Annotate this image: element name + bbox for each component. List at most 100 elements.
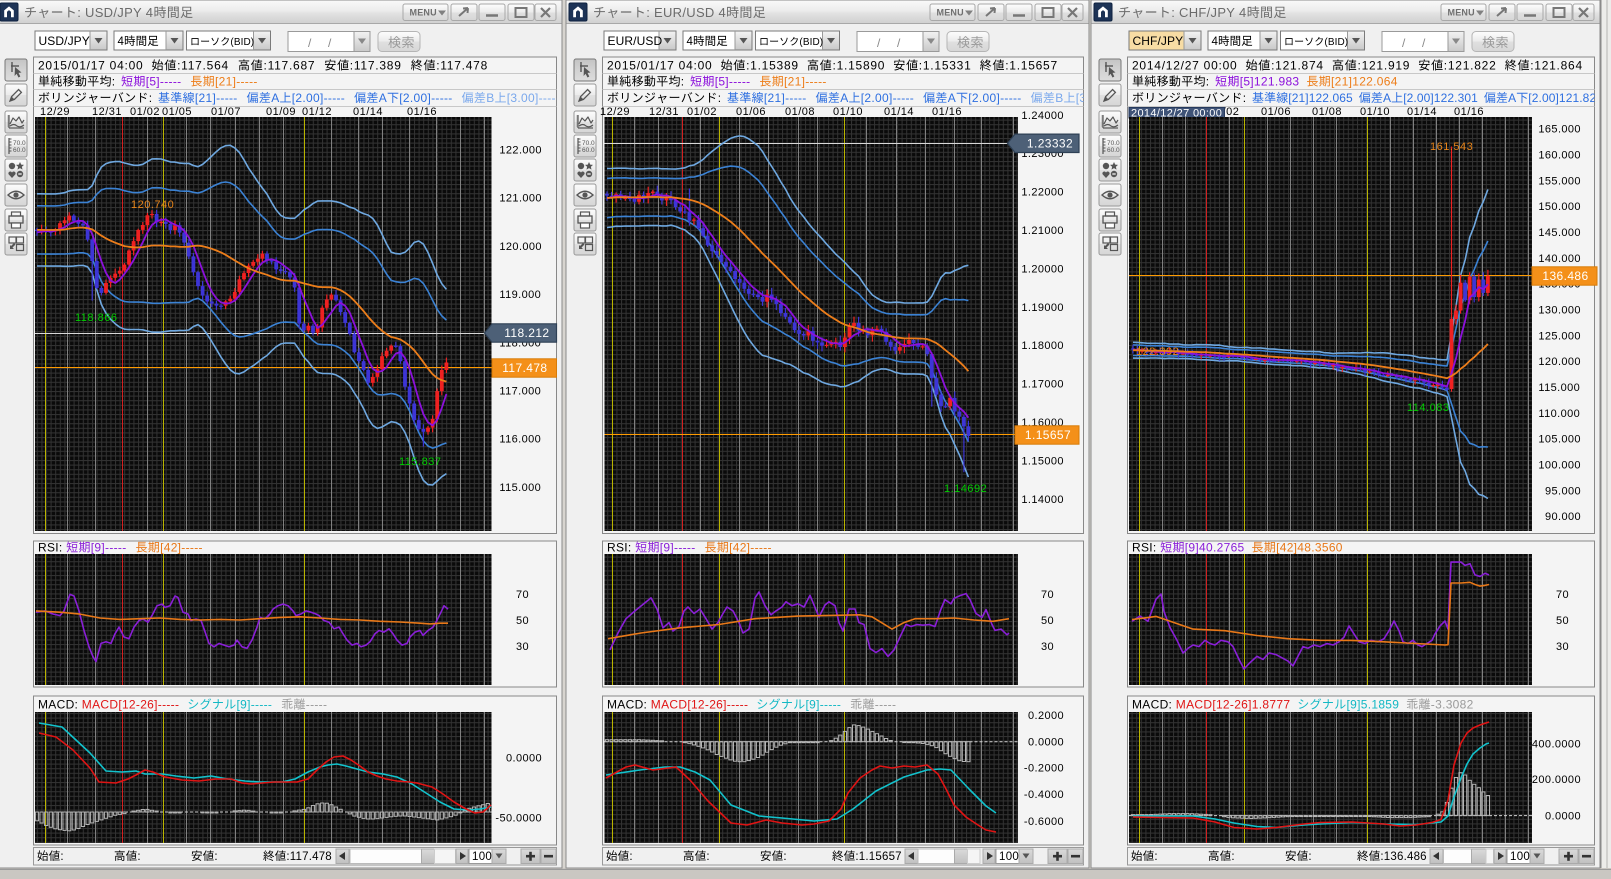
- svg-text:1.17000: 1.17000: [1021, 379, 1064, 391]
- svg-text:70: 70: [1556, 589, 1569, 601]
- svg-text:[5]-----: [5]-----: [146, 75, 182, 89]
- svg-text::: :: [706, 851, 709, 863]
- svg-text:(BID): (BID): [230, 37, 254, 48]
- svg-text:122.392: 122.392: [1136, 346, 1179, 358]
- svg-text:400.0000: 400.0000: [1532, 739, 1581, 751]
- svg-text:4: 4: [687, 36, 694, 48]
- svg-text:01/02: 01/02: [130, 106, 160, 118]
- svg-text:105.000: 105.000: [1538, 434, 1581, 446]
- svg-text:1.23332: 1.23332: [1027, 137, 1073, 151]
- svg-text:0.0000: 0.0000: [506, 753, 542, 765]
- svg-text:RSI:: RSI:: [607, 541, 632, 555]
- svg-text:[5]121.983: [5]121.983: [1240, 75, 1300, 89]
- svg-text:100.000: 100.000: [1538, 459, 1581, 471]
- svg-text:EUR/USD: EUR/USD: [608, 34, 663, 48]
- svg-text:A: A: [840, 91, 848, 105]
- svg-text:1.18000: 1.18000: [1021, 340, 1064, 352]
- svg-text:MACD:: MACD:: [607, 698, 647, 712]
- svg-text:70.0: 70.0: [13, 140, 26, 147]
- svg-text:: EUR/USD 4: : EUR/USD 4: [646, 5, 726, 20]
- svg-text:200.0000: 200.0000: [1532, 774, 1581, 786]
- svg-text:-3.3082: -3.3082: [1431, 698, 1474, 712]
- svg-text:01/12: 01/12: [302, 106, 332, 118]
- svg-text:114.083: 114.083: [1407, 402, 1449, 414]
- svg-text:A: A: [379, 91, 387, 105]
- svg-text::: :: [149, 91, 153, 105]
- svg-text:A: A: [1383, 91, 1391, 105]
- svg-text:-50.0000: -50.0000: [495, 812, 542, 824]
- svg-text:150.000: 150.000: [1538, 201, 1581, 213]
- svg-text:[21]-----: [21]-----: [784, 75, 827, 89]
- svg-text:136.486: 136.486: [1542, 269, 1588, 283]
- svg-text::117.478: :117.478: [286, 851, 332, 863]
- svg-text:1.24000: 1.24000: [1021, 110, 1064, 122]
- svg-text:95.000: 95.000: [1545, 485, 1581, 497]
- svg-text:116.000: 116.000: [499, 434, 541, 446]
- svg-text:1.22000: 1.22000: [1021, 187, 1064, 199]
- svg-text:[42]-----: [42]-----: [729, 541, 772, 555]
- svg-text:100: 100: [472, 851, 492, 863]
- svg-text:50: 50: [1041, 615, 1054, 627]
- svg-text:4: 4: [1212, 36, 1219, 48]
- svg-text:30: 30: [516, 641, 529, 653]
- svg-text:145.000: 145.000: [1538, 227, 1581, 239]
- svg-text:01/06: 01/06: [736, 106, 766, 118]
- svg-text::117.564: :117.564: [177, 59, 229, 73]
- svg-text:01/07: 01/07: [211, 106, 241, 118]
- svg-text:30: 30: [1556, 641, 1569, 653]
- svg-text:118.212: 118.212: [504, 326, 549, 340]
- svg-text:60.0: 60.0: [1107, 147, 1120, 154]
- svg-text:MENU: MENU: [410, 8, 437, 18]
- svg-text::117.478: :117.478: [436, 59, 488, 73]
- svg-text:B: B: [1055, 91, 1063, 105]
- svg-text:[2.00]-----: [2.00]-----: [968, 91, 1021, 105]
- svg-text:01/16: 01/16: [407, 106, 437, 118]
- svg-text:161.543: 161.543: [1430, 141, 1473, 153]
- svg-text:[21]-----: [21]-----: [195, 91, 238, 105]
- svg-text:12/29: 12/29: [40, 106, 70, 118]
- svg-text:[2.00]121.828: [2.00]121.828: [1528, 91, 1603, 105]
- svg-text:01/08: 01/08: [1312, 106, 1342, 118]
- svg-text:115.837: 115.837: [399, 456, 441, 468]
- svg-text:[42]-----: [42]-----: [160, 541, 203, 555]
- svg-text::: :: [214, 851, 217, 863]
- svg-text:[3.00]-----: [3.00]-----: [507, 91, 560, 105]
- svg-text:115.000: 115.000: [499, 482, 541, 494]
- svg-text::117.389: :117.389: [350, 59, 402, 73]
- svg-text:119.000: 119.000: [499, 289, 541, 301]
- svg-text:MACD:: MACD:: [1132, 698, 1172, 712]
- svg-text:RSI:: RSI:: [38, 541, 63, 555]
- svg-text:01/09: 01/09: [266, 106, 296, 118]
- svg-text:2014/12/27 00:00: 2014/12/27 00:00: [1132, 59, 1237, 73]
- svg-text:[42]48.3560: [42]48.3560: [1276, 541, 1343, 555]
- svg-text:1.20000: 1.20000: [1021, 263, 1064, 275]
- svg-text::: :: [1154, 851, 1157, 863]
- svg-text:2015/01/17 04:00: 2015/01/17 04:00: [38, 59, 143, 73]
- svg-text:117.000: 117.000: [499, 386, 541, 398]
- svg-text:MACD[12-26]1.8777: MACD[12-26]1.8777: [1176, 698, 1291, 712]
- svg-text:165.000: 165.000: [1538, 124, 1581, 136]
- svg-text:[9]-----: [9]-----: [806, 698, 842, 712]
- svg-text:01/08: 01/08: [785, 106, 815, 118]
- svg-text:[21]-----: [21]-----: [215, 75, 258, 89]
- svg-text:A: A: [271, 91, 279, 105]
- svg-text:01/16: 01/16: [932, 106, 962, 118]
- svg-text:B: B: [486, 91, 494, 105]
- svg-text:70: 70: [1041, 589, 1054, 601]
- svg-text:MENU: MENU: [937, 8, 964, 18]
- svg-text:155.000: 155.000: [1538, 175, 1581, 187]
- svg-text::121.919: :121.919: [1358, 59, 1411, 73]
- svg-text::: :: [681, 75, 685, 89]
- svg-text:01/14: 01/14: [1407, 106, 1437, 118]
- svg-text:70.0: 70.0: [1107, 140, 1120, 147]
- svg-text::: :: [783, 851, 786, 863]
- svg-text:12/31: 12/31: [92, 106, 122, 118]
- svg-text:01/14: 01/14: [353, 106, 383, 118]
- svg-text:(BID): (BID): [1324, 37, 1348, 48]
- svg-text:01/06: 01/06: [1261, 106, 1291, 118]
- svg-text:[2.00]-----: [2.00]-----: [399, 91, 452, 105]
- svg-text:1.21000: 1.21000: [1021, 225, 1064, 237]
- svg-text:[9]-----: [9]-----: [91, 541, 127, 555]
- svg-text:30: 30: [1041, 641, 1054, 653]
- svg-text:1.19000: 1.19000: [1021, 302, 1064, 314]
